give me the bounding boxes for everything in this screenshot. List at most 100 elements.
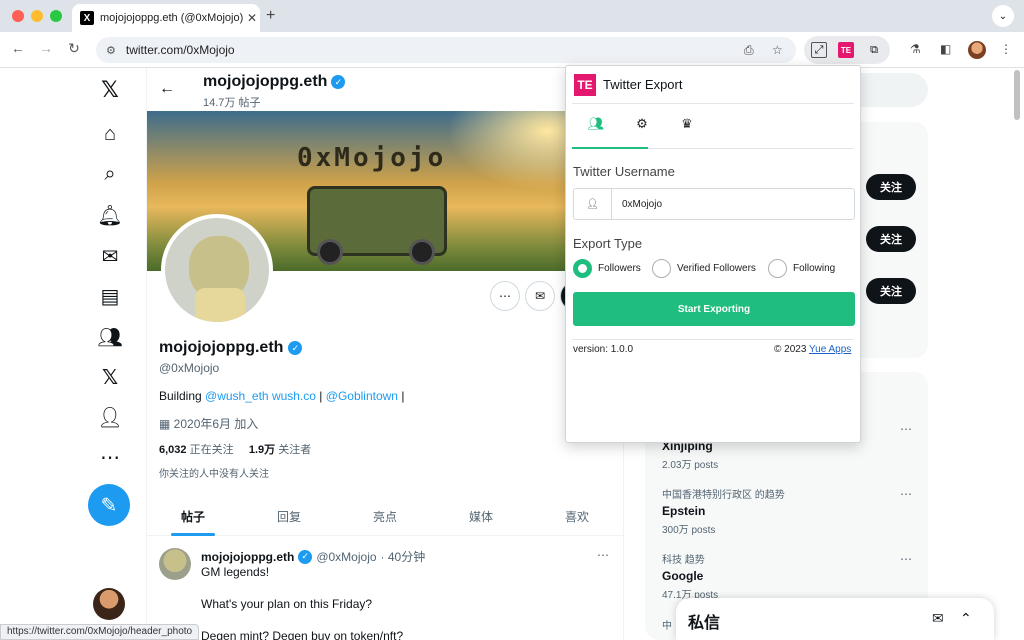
browser-tab[interactable]: X mojojojoppg.eth (@0xMojojo) / X ✕ <box>72 4 260 32</box>
zoom-window-button[interactable] <box>50 10 62 22</box>
users-tab-icon[interactable]: 👥︎ <box>576 116 616 132</box>
tweet-line-1: GM legends! <box>201 565 270 579</box>
profile-column: ← mojojojoppg.eth ✓ 14.7万 帖子 0xMojojo ⋯ ✉… <box>146 68 624 640</box>
more-options-button[interactable]: ⋯ <box>490 281 520 311</box>
browser-toolbar: ← → ↻ ⚙ twitter.com/0xMojojo ⎙ ☆ ⤢ TE ⧉ … <box>0 32 1024 68</box>
new-message-icon[interactable]: ✉ <box>932 610 944 627</box>
profile-tabs: 帖子 回复 亮点 媒体 喜欢 <box>147 498 623 536</box>
twitter-export-extension-icon[interactable]: TE <box>838 42 854 58</box>
tweet-line-2: What's your plan on this Friday? <box>201 597 373 611</box>
compose-post-button[interactable]: ✎ <box>88 484 130 526</box>
follow-button-3[interactable]: 关注 <box>866 278 916 304</box>
tweet-author-handle[interactable]: @0xMojojo <box>316 550 376 564</box>
lists-icon[interactable]: ▤ <box>90 280 130 312</box>
followers-link[interactable]: 1.9万 关注者 <box>249 444 311 456</box>
more-circle-icon[interactable]: ⋯ <box>90 441 130 473</box>
banner-text: 0xMojojo <box>297 143 447 173</box>
tweet-author-name[interactable]: mojojojoppg.eth <box>201 550 294 564</box>
verified-badge-icon: ✓ <box>331 75 346 89</box>
trend-item[interactable]: 科技 趋势 Google 47.1万 posts <box>662 551 718 601</box>
search-icon[interactable]: ⌕ <box>90 158 130 190</box>
radio-verified-followers[interactable]: Verified Followers <box>652 259 756 278</box>
profile-avatar[interactable] <box>161 214 273 326</box>
tweet-avatar[interactable] <box>159 548 191 580</box>
reload-button[interactable]: ↻ <box>64 40 84 57</box>
username-field[interactable]: 👤︎ <box>573 188 855 220</box>
menu-kebab-icon[interactable]: ⋮ <box>1000 42 1012 56</box>
search-field-partial[interactable] <box>860 73 928 107</box>
username-input[interactable] <box>612 198 842 210</box>
bio-link-wushco[interactable]: wush.co <box>272 389 316 403</box>
minimize-window-button[interactable] <box>31 10 43 22</box>
verified-badge-icon: ✓ <box>288 341 303 355</box>
radio-unchecked-icon <box>768 259 787 278</box>
popup-title: Twitter Export <box>603 77 683 92</box>
bio-link-wush[interactable]: @wush_eth <box>205 389 269 403</box>
trend-more-icon[interactable]: ⋯ <box>900 422 912 436</box>
resize-extension-icon[interactable]: ⤢ <box>811 42 827 58</box>
bookmark-star-icon[interactable]: ☆ <box>772 43 783 57</box>
puzzle-icon[interactable]: ⧉ <box>866 42 882 58</box>
communities-icon[interactable]: 👥︎ <box>90 321 130 353</box>
active-tab-indicator <box>171 533 215 536</box>
close-window-button[interactable] <box>12 10 24 22</box>
tweet-line-3: Degen mint? Degen buy on token/nft? <box>201 629 404 640</box>
header-name: mojojojoppg.eth ✓ <box>203 73 346 91</box>
trend-more-icon[interactable]: ⋯ <box>900 552 912 566</box>
radio-following[interactable]: Following <box>768 259 835 278</box>
profile-person-icon[interactable]: 👤︎ <box>90 401 130 433</box>
home-icon[interactable]: ⌂ <box>90 118 130 150</box>
tab-highlights[interactable]: 亮点 <box>345 508 425 525</box>
labs-flask-icon[interactable]: ⚗ <box>910 42 921 56</box>
tab-posts[interactable]: 帖子 <box>153 508 233 525</box>
profile-stats: 6,032 正在关注 1.9万 关注者 <box>159 441 311 457</box>
tab-likes[interactable]: 喜欢 <box>537 508 617 525</box>
following-link[interactable]: 6,032 正在关注 <box>159 444 234 456</box>
profile-header-bar: ← mojojojoppg.eth ✓ 14.7万 帖子 <box>147 68 623 112</box>
follow-button-1[interactable]: 关注 <box>866 174 916 200</box>
site-info-icon[interactable]: ⚙ <box>106 44 116 57</box>
tab-replies[interactable]: 回复 <box>249 508 329 525</box>
trend-item[interactable]: 中 <box>662 617 672 632</box>
x-home-logo-icon[interactable]: 𝕏 <box>90 74 130 106</box>
messages-drawer[interactable]: 私信 ✉ ⌃ <box>676 598 994 640</box>
left-nav: 𝕏 ⌂ ⌕ 🔔︎ ✉ ▤ 👥︎ 𝕏 👤︎ ⋯ <box>90 68 130 640</box>
page-scrollbar[interactable] <box>1014 70 1020 120</box>
crown-icon[interactable]: ♛ <box>667 116 707 132</box>
back-arrow-icon[interactable]: ← <box>159 80 175 98</box>
side-panel-icon[interactable]: ◧ <box>940 42 951 56</box>
user-icon: 👤︎ <box>574 189 612 219</box>
tweet-more-icon[interactable]: ⋯ <box>597 548 609 562</box>
profile-bio: Building @wush_eth wush.co | @Goblintown… <box>159 389 405 403</box>
message-button[interactable]: ✉ <box>525 281 555 311</box>
author-link[interactable]: Yue Apps <box>809 344 851 355</box>
tab-search-button[interactable]: ⌄ <box>992 5 1014 27</box>
account-avatar[interactable] <box>93 588 125 620</box>
bio-link-goblintown[interactable]: @Goblintown <box>326 389 398 403</box>
radio-followers[interactable]: Followers <box>573 259 641 278</box>
forward-button[interactable]: → <box>36 40 56 56</box>
twitter-export-logo: TE <box>574 74 596 96</box>
install-app-icon[interactable]: ⎙ <box>744 43 754 58</box>
trend-more-icon[interactable]: ⋯ <box>900 487 912 501</box>
close-tab-icon[interactable]: ✕ <box>244 11 260 25</box>
feather-plus-icon: ✎ <box>100 494 118 517</box>
tab-title: mojojojoppg.eth (@0xMojojo) / X <box>100 12 244 24</box>
profile-handle: @0xMojojo <box>159 361 220 375</box>
start-exporting-button[interactable]: Start Exporting <box>573 292 855 326</box>
follow-button-2[interactable]: 关注 <box>866 226 916 252</box>
settings-gear-icon[interactable]: ⚙ <box>622 116 662 132</box>
expand-chevron-icon[interactable]: ⌃ <box>960 610 972 627</box>
messages-envelope-icon[interactable]: ✉ <box>90 240 130 272</box>
premium-x-icon[interactable]: 𝕏 <box>90 361 130 393</box>
notifications-bell-icon[interactable]: 🔔︎ <box>90 199 130 231</box>
back-button[interactable]: ← <box>8 40 28 56</box>
trend-item[interactable]: 中国香港特别行政区 的趋势 Epstein 300万 posts <box>662 486 785 536</box>
tab-media[interactable]: 媒体 <box>441 508 521 525</box>
browser-profile-avatar[interactable] <box>968 41 986 59</box>
profile-name: mojojojoppg.eth ✓ <box>159 339 303 357</box>
new-tab-button[interactable]: + <box>266 7 275 25</box>
address-bar[interactable]: ⚙ twitter.com/0xMojojo ⎙ ☆ <box>96 37 796 63</box>
tweet-time[interactable]: · 40分钟 <box>381 548 426 565</box>
copyright-text: © 2023 Yue Apps <box>774 344 852 355</box>
